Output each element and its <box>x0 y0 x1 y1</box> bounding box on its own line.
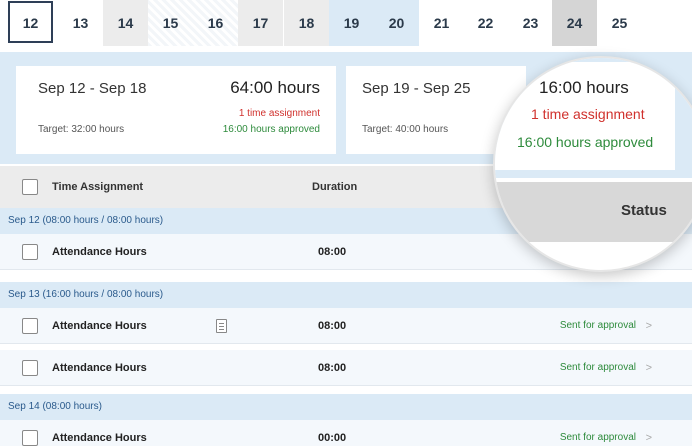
duration-value: 00:00 <box>318 432 347 444</box>
time-assignment-name: Attendance Hours <box>52 320 147 332</box>
col-time-assignment[interactable]: Time Assignment <box>52 166 143 208</box>
week-approved: 16:00 hours approved <box>222 124 320 135</box>
week-assignments: 1 time assignment <box>238 108 320 119</box>
day-14[interactable]: 14 <box>103 0 148 46</box>
note-icon[interactable] <box>216 319 227 333</box>
chevron-right-icon[interactable]: > <box>646 420 652 446</box>
table-row[interactable]: Attendance Hours 00:00 Sent for approval… <box>0 420 692 446</box>
day-13[interactable]: 13 <box>58 0 103 46</box>
day-18[interactable]: 18 <box>284 0 329 46</box>
status-sent-for-approval: Sent for approval <box>559 320 636 331</box>
select-all-checkbox[interactable] <box>22 179 38 195</box>
day-21[interactable]: 21 <box>419 0 464 46</box>
day-24[interactable]: 24 <box>552 0 597 46</box>
day-15[interactable]: 15 <box>148 0 193 46</box>
chevron-right-icon[interactable]: > <box>646 350 652 386</box>
day-16[interactable]: 16 <box>193 0 238 46</box>
col-duration[interactable]: Duration <box>312 166 357 208</box>
day-strip: 12 13 14 15 16 17 18 19 20 21 22 23 24 2… <box>0 0 692 50</box>
table-row[interactable]: Attendance Hours 08:00 Sent for approval… <box>0 308 692 344</box>
duration-value: 08:00 <box>318 362 347 374</box>
week-hours: 64:00 hours <box>230 78 320 97</box>
week-range: Sep 12 - Sep 18 <box>38 80 147 97</box>
week-card-1[interactable]: Sep 12 - Sep 18 64:00 hours Target: 32:0… <box>16 66 336 154</box>
row-checkbox[interactable] <box>22 244 38 260</box>
week-target: Target: 40:00 hours <box>362 124 449 135</box>
magnified-approved: 16:00 hours approved <box>517 134 654 150</box>
status-sent-for-approval: Sent for approval <box>559 432 636 443</box>
magnified-week-hours: 16:00 hours <box>539 78 629 97</box>
magnified-assignments: 1 time assignment <box>531 106 645 122</box>
chevron-right-icon[interactable]: > <box>646 308 652 344</box>
day-17[interactable]: 17 <box>238 0 283 46</box>
row-checkbox[interactable] <box>22 360 38 376</box>
week-range: Sep 19 - Sep 25 <box>362 80 471 97</box>
day-12[interactable]: 12 <box>8 1 53 43</box>
date-group-header: Sep 13 (16:00 hours / 08:00 hours) <box>0 282 692 308</box>
date-group-header: Sep 14 (08:00 hours) <box>0 394 692 420</box>
day-19[interactable]: 19 <box>329 0 374 46</box>
time-assignment-name: Attendance Hours <box>52 432 147 444</box>
row-checkbox[interactable] <box>22 318 38 334</box>
duration-value: 08:00 <box>318 246 347 258</box>
day-23[interactable]: 23 <box>508 0 553 46</box>
day-20[interactable]: 20 <box>374 0 419 46</box>
col-status[interactable]: Status <box>621 202 667 219</box>
time-assignment-name: Attendance Hours <box>52 246 147 258</box>
table-row[interactable]: Attendance Hours 08:00 Sent for approval… <box>0 350 692 386</box>
day-22[interactable]: 22 <box>463 0 508 46</box>
duration-value: 08:00 <box>318 320 347 332</box>
date-group-label: Sep 14 (08:00 hours) <box>8 401 102 412</box>
date-group-label: Sep 13 (16:00 hours / 08:00 hours) <box>8 289 164 300</box>
time-assignment-name: Attendance Hours <box>52 362 147 374</box>
row-checkbox[interactable] <box>22 430 38 446</box>
week-target: Target: 32:00 hours <box>38 124 125 135</box>
magnifier-callout: 16:00 hours 1 time assignment 16:00 hour… <box>493 56 692 272</box>
status-sent-for-approval: Sent for approval <box>559 362 636 373</box>
day-25[interactable]: 25 <box>597 0 642 46</box>
